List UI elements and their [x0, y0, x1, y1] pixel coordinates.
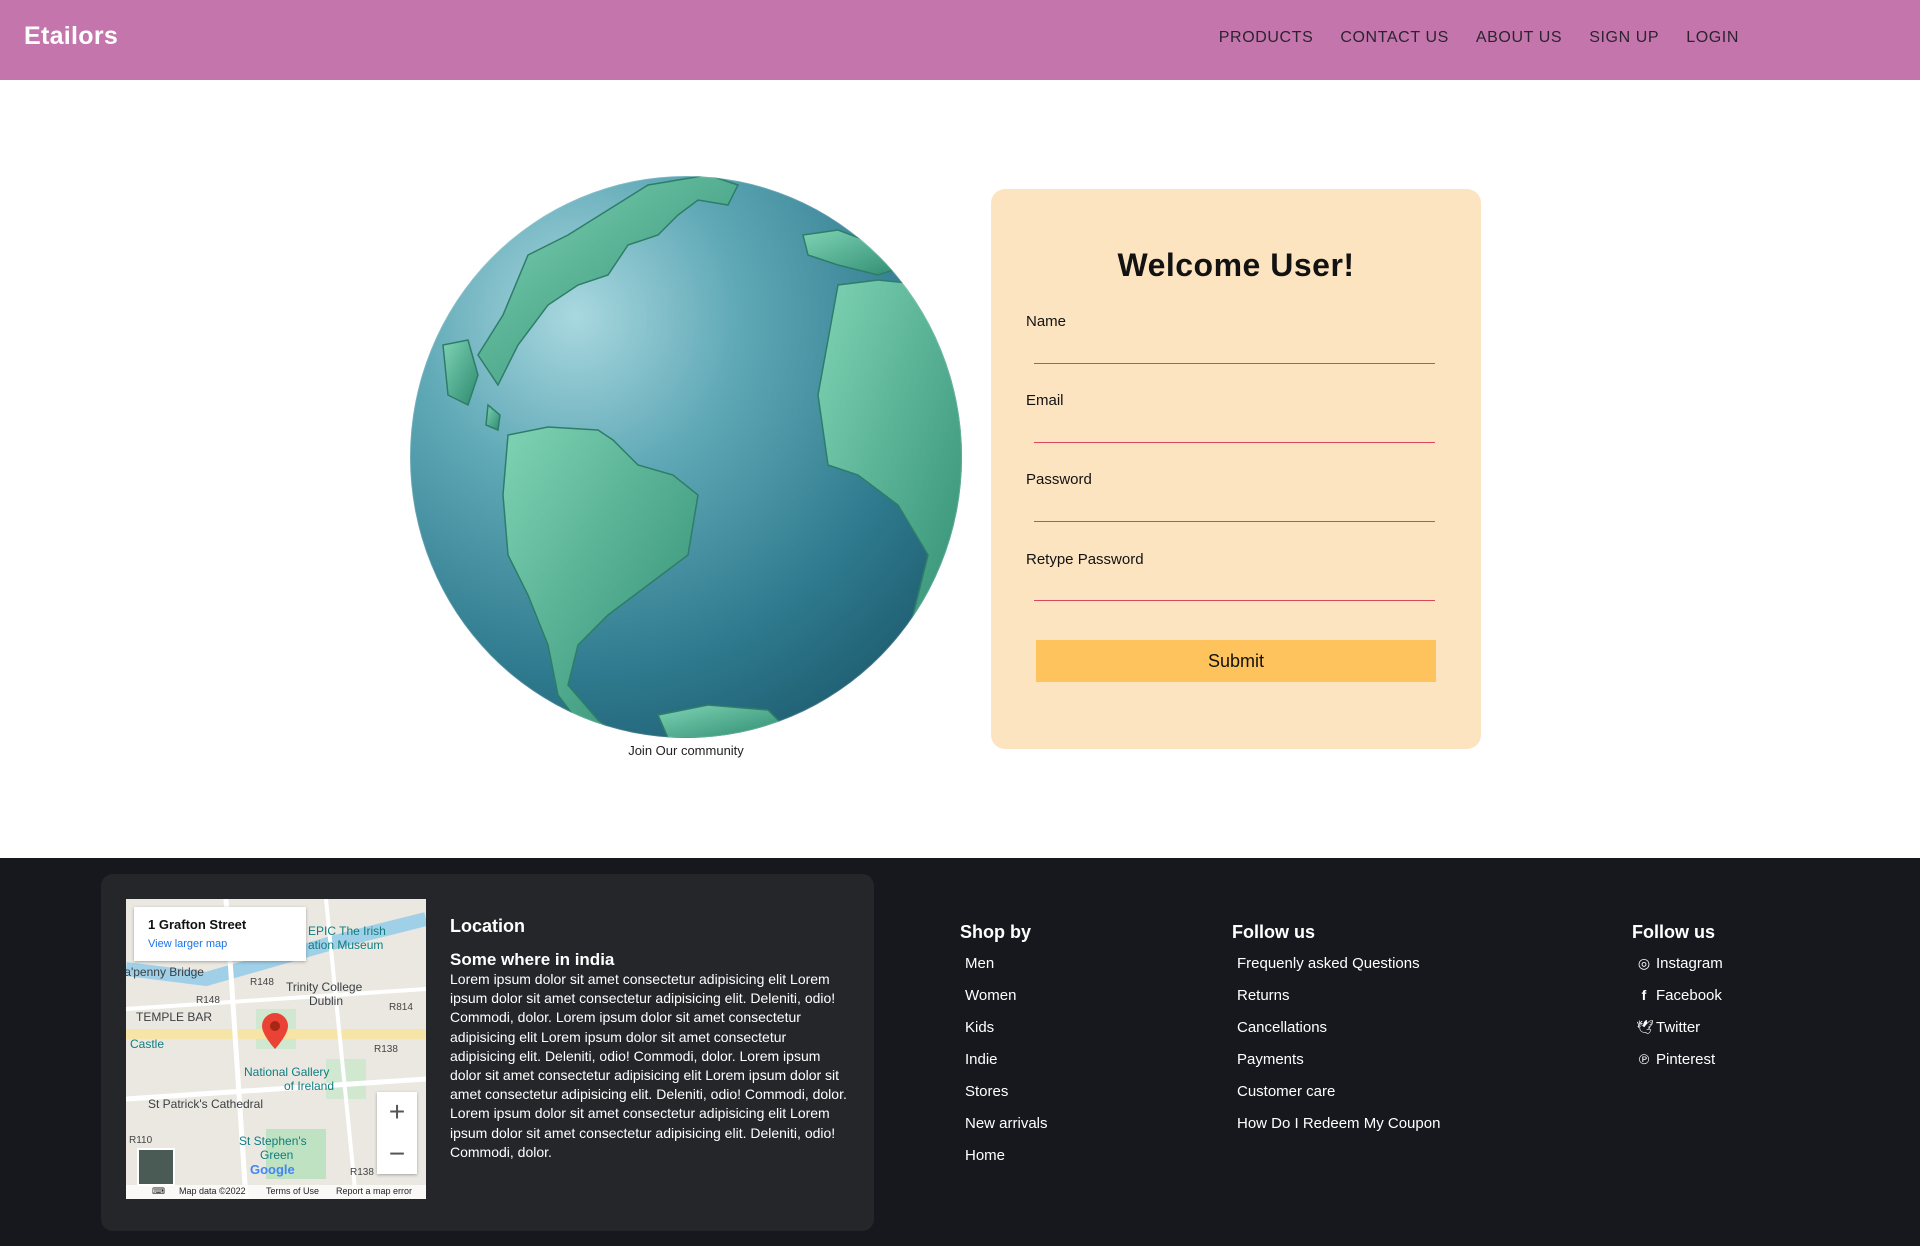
social-link-pinterest[interactable]: ℗ Pinterest [1636, 1051, 1723, 1083]
map-label: St Patrick's Cathedral [148, 1097, 264, 1111]
help-list: Frequenly asked Questions Returns Cancel… [1237, 955, 1440, 1147]
map-address: 1 Grafton Street [148, 917, 247, 932]
globe-caption: Join Our community [628, 743, 744, 758]
footer-link-men[interactable]: Men [965, 955, 1048, 987]
footer-link-new-arrivals[interactable]: New arrivals [965, 1115, 1048, 1147]
password-label: Password [1026, 471, 1092, 488]
map-label: TEMPLE BAR [136, 1010, 213, 1024]
social-list: ◎ Instagram f Facebook 🕊 Twitter ℗ Pinterest [1636, 955, 1723, 1083]
nav-contact-link[interactable]: CONTACT US [1340, 29, 1449, 47]
footer-link-returns[interactable]: Returns [1237, 987, 1440, 1019]
help-heading: Follow us [1232, 922, 1315, 942]
retype-password-label: Retype Password [1026, 551, 1144, 568]
form-title: Welcome User! [1117, 247, 1355, 283]
footer-link-customer-care[interactable]: Customer care [1237, 1083, 1440, 1115]
location-card: 1 Grafton Street View larger map EPIC Th… [101, 874, 874, 1231]
keyboard-icon[interactable]: ⌨ [152, 1186, 165, 1197]
map-label: St Stephen's [239, 1134, 307, 1148]
social-label: Pinterest [1656, 1051, 1716, 1068]
location-subtitle: Some where in india [450, 950, 615, 969]
footer-link-indie[interactable]: Indie [965, 1051, 1048, 1083]
pinterest-icon: ℗ [1638, 1051, 1650, 1067]
footer-link-women[interactable]: Women [965, 987, 1048, 1019]
email-label: Email [1026, 392, 1064, 409]
nav-signup-link[interactable]: SIGN UP [1589, 29, 1659, 47]
retype-password-field[interactable] [1034, 569, 1435, 601]
footer-link-faq[interactable]: Frequenly asked Questions [1237, 955, 1440, 987]
footer-link-kids[interactable]: Kids [965, 1019, 1048, 1051]
zoom-controls: + − [377, 1092, 417, 1174]
social-label: Twitter [1656, 1019, 1701, 1036]
google-logo: Google [250, 1162, 295, 1177]
social-link-instagram[interactable]: ◎ Instagram [1636, 955, 1723, 987]
social-link-facebook[interactable]: f Facebook [1636, 987, 1723, 1019]
shop-by-heading: Shop by [960, 922, 1031, 942]
facebook-icon: f [1641, 987, 1647, 1003]
road-label: R148 [196, 995, 220, 1006]
map-label: of Ireland [284, 1079, 335, 1093]
location-description: Lorem ipsum dolor sit amet consectetur a… [450, 971, 847, 1160]
submit-button[interactable]: Submit [1036, 640, 1436, 682]
zoom-in-button[interactable]: + [377, 1092, 417, 1132]
social-label: Facebook [1656, 987, 1722, 1004]
footer-link-stores[interactable]: Stores [965, 1083, 1048, 1115]
map-label: Dublin [309, 994, 344, 1008]
footer-link-payments[interactable]: Payments [1237, 1051, 1440, 1083]
social-heading: Follow us [1632, 922, 1715, 942]
map-attribution: ⌨ Map data ©2022 Terms of Use Report a m… [126, 1185, 426, 1199]
nav-products-link[interactable]: PRODUCTS [1219, 29, 1314, 47]
footer-link-home[interactable]: Home [965, 1147, 1048, 1179]
location-title: Location [450, 916, 525, 936]
name-field[interactable] [1034, 332, 1435, 364]
name-label: Name [1026, 313, 1067, 330]
footer-link-redeem-coupon[interactable]: How Do I Redeem My Coupon [1237, 1115, 1440, 1147]
map-label: ation Museum [308, 938, 384, 952]
map-label: Trinity College [286, 980, 363, 994]
email-field[interactable] [1034, 411, 1435, 443]
footer-link-cancellations[interactable]: Cancellations [1237, 1019, 1440, 1051]
social-link-twitter[interactable]: 🕊 Twitter [1636, 1019, 1723, 1051]
map-label: Green [260, 1148, 294, 1162]
shop-by-list: Men Women Kids Indie Stores New arrivals… [965, 955, 1048, 1179]
satellite-toggle[interactable] [137, 1148, 175, 1186]
brand-logo[interactable]: Etailors [24, 22, 118, 51]
road-label: R110 [129, 1135, 153, 1146]
navbar: Etailors PRODUCTS CONTACT US ABOUT US SI… [0, 0, 1920, 80]
map-label: Castle [130, 1037, 165, 1051]
signup-form: Welcome User! Name Email Password Retype… [991, 189, 1481, 749]
map-label: 'a'penny Bridge [126, 965, 204, 979]
social-label: Instagram [1656, 955, 1723, 972]
road-label: R138 [350, 1167, 374, 1178]
nav-about-link[interactable]: ABOUT US [1476, 29, 1562, 47]
road-label: R148 [250, 977, 274, 988]
password-field[interactable] [1034, 490, 1435, 522]
zoom-out-button[interactable]: − [377, 1134, 417, 1174]
nav-login-link[interactable]: LOGIN [1686, 29, 1739, 47]
road-label: R814 [389, 1002, 413, 1013]
instagram-icon: ◎ [1637, 955, 1651, 971]
road-label: R138 [374, 1044, 398, 1055]
terms-link[interactable]: Terms of Use [266, 1186, 319, 1196]
twitter-icon: 🕊 [1636, 1019, 1654, 1035]
map-label: EPIC The Irish [308, 924, 386, 938]
map-info-box: 1 Grafton Street View larger map [134, 907, 306, 961]
nav-links: PRODUCTS CONTACT US ABOUT US SIGN UP LOG… [1219, 29, 1739, 47]
view-larger-map-link[interactable]: View larger map [148, 938, 227, 950]
map-label: National Gallery [244, 1065, 330, 1079]
embedded-map[interactable]: 1 Grafton Street View larger map EPIC Th… [126, 899, 426, 1199]
globe-illustration [408, 175, 964, 739]
map-pin-icon [262, 1013, 288, 1049]
footer: 1 Grafton Street View larger map EPIC Th… [0, 858, 1920, 1246]
report-error-link[interactable]: Report a map error [336, 1186, 412, 1196]
map-data-text: Map data ©2022 [179, 1186, 246, 1196]
